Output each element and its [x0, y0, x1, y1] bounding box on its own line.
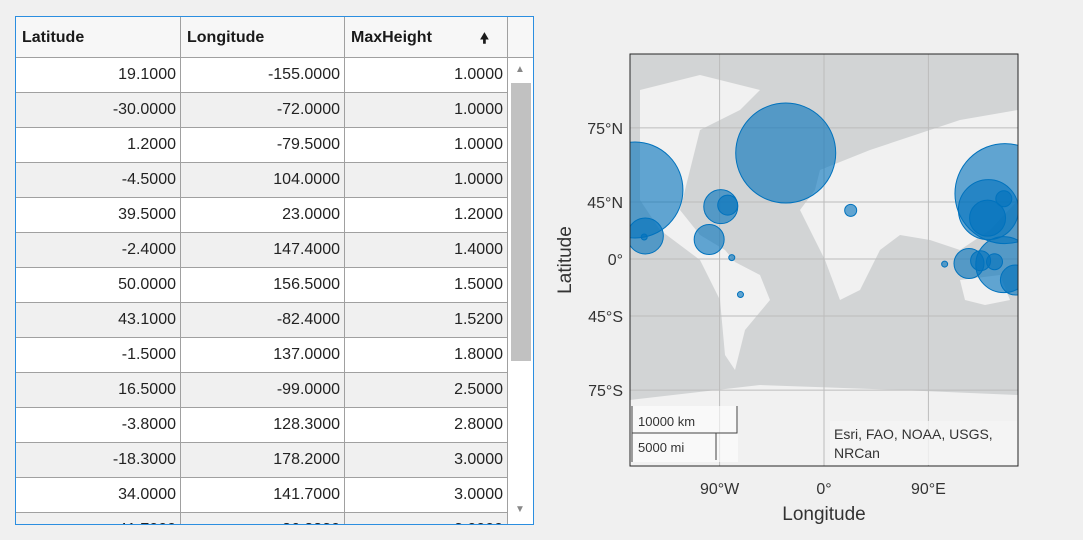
bubble[interactable] [640, 233, 648, 241]
lon-tick-label: 90°W [700, 481, 740, 498]
lat-tick-label: 45°S [588, 309, 623, 326]
bubble[interactable] [844, 203, 858, 217]
x-axis-label: Longitude [782, 504, 865, 525]
bubble[interactable] [728, 254, 736, 262]
lat-tick-label: 0° [608, 252, 623, 269]
lon-tick-label: 90°E [911, 481, 946, 498]
lat-tick-label: 75°S [588, 383, 623, 400]
bubble[interactable] [735, 102, 837, 204]
bubble[interactable] [999, 264, 1030, 296]
scale-bar: 10000 km 5000 mi [631, 406, 738, 462]
y-axis-label: Latitude [555, 226, 576, 294]
lon-tick-label: 0° [816, 481, 831, 498]
bubble[interactable] [995, 190, 1013, 208]
attribution-text-line2: NRCan [834, 445, 880, 461]
geobubble-chart: 10000 km 5000 mi Esri, FAO, NOAA, USGS, … [555, 53, 1055, 525]
bubble[interactable] [941, 260, 949, 268]
lat-tick-label: 45°N [587, 195, 623, 212]
scale-km-label: 10000 km [638, 414, 695, 429]
lat-tick-label: 75°N [587, 121, 623, 138]
basemap[interactable] [587, 54, 1055, 466]
attribution-text: Esri, FAO, NOAA, USGS, [834, 426, 993, 442]
scale-mi-label: 5000 mi [638, 440, 684, 455]
bubble[interactable] [693, 224, 725, 256]
bubble[interactable] [717, 194, 739, 216]
bubble[interactable] [736, 291, 744, 299]
